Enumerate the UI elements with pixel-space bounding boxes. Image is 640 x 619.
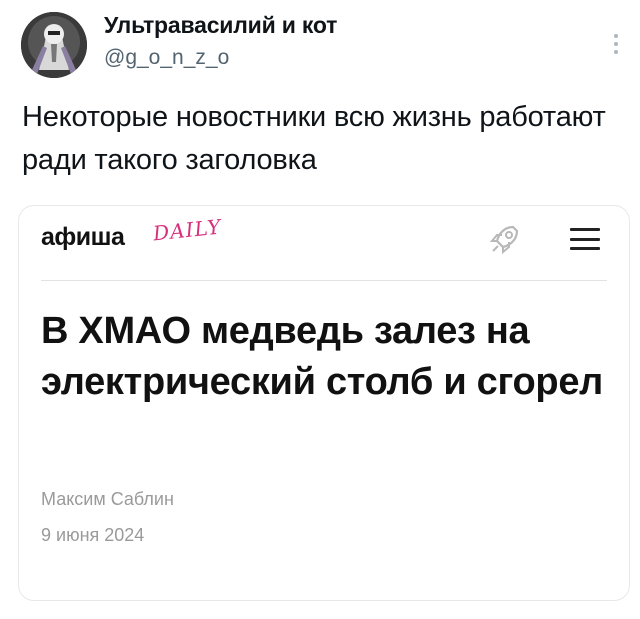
avatar[interactable]: [21, 12, 87, 78]
article-date: 9 июня 2024: [41, 525, 145, 545]
tweet: Ультравасилий и кот @g_o_n_z_o Некоторые…: [0, 0, 640, 619]
article-headline[interactable]: В ХМАО медведь залез на электрический ст…: [41, 306, 611, 408]
afisha-logo: афиша: [41, 223, 125, 251]
tweet-text: Некоторые новостники всю жизнь работают …: [22, 101, 606, 176]
user-handle[interactable]: @g_o_n_z_o: [104, 46, 229, 70]
card-divider: [41, 280, 607, 281]
hamburger-menu-icon[interactable]: [570, 228, 600, 250]
display-name[interactable]: Ультравасилий и кот: [104, 12, 337, 39]
robot-avatar-icon: [21, 12, 87, 78]
daily-logo: DAILY: [151, 214, 223, 246]
embedded-article-card[interactable]: афиша DAILY В ХМАО медведь залез на элек…: [18, 205, 630, 601]
more-vertical-icon[interactable]: [608, 26, 624, 62]
rocket-icon[interactable]: [487, 221, 523, 257]
article-author: Максим Саблин: [41, 489, 174, 509]
